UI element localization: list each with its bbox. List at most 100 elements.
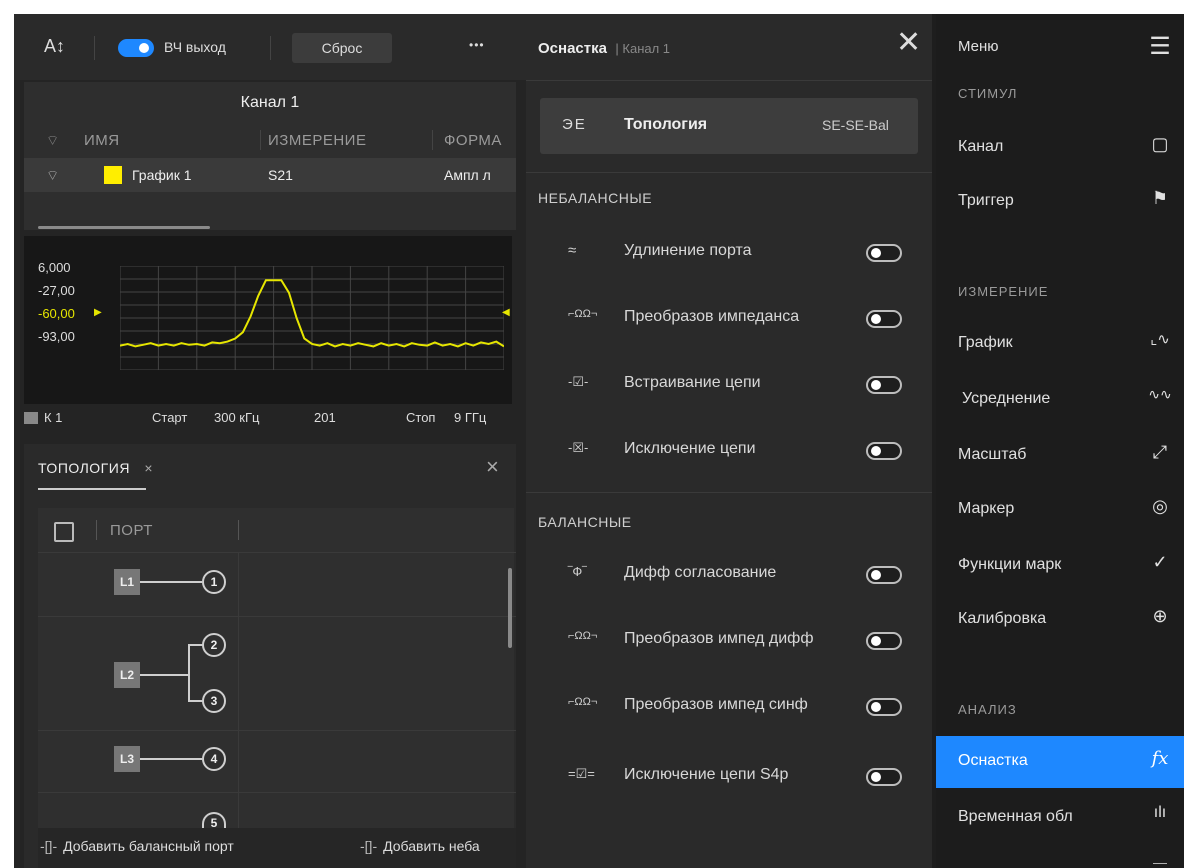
add-balanced-label: Добавить балансный порт [63, 838, 234, 854]
y-tick-label: -27,00 [38, 283, 75, 298]
time-domain-icon: ılı [1153, 804, 1167, 821]
channel-title: Канал 1 [240, 94, 300, 111]
ref-marker-left-icon: ▶ [94, 307, 102, 318]
common-impedance-icon: ⌐ΩΩ¬ [568, 696, 598, 708]
s4p-deembed-toggle[interactable] [866, 768, 902, 786]
menu-item-label: Маркер [958, 500, 1015, 517]
select-all-checkbox[interactable] [54, 522, 74, 542]
tab-topology[interactable]: ТОПОЛОГИЯ × [38, 460, 153, 478]
diff-impedance-toggle[interactable] [866, 632, 902, 650]
logical-port-l3[interactable]: L3 [114, 746, 140, 772]
reset-button-label: Сброс [321, 40, 363, 56]
unbalanced-item-label: Удлинение порта [624, 242, 752, 259]
status-start-label: Старт [152, 410, 188, 425]
trace-name: График 1 [132, 167, 192, 183]
menu-item-label: Временная обл [958, 808, 1073, 825]
trigger-flag-icon: ⚑ [1151, 188, 1169, 208]
status-points: 201 [314, 410, 336, 425]
column-port: ПОРТ [110, 522, 153, 539]
next-menu-item-icon: — [1153, 854, 1167, 868]
balanced-item-label: Преобразов импед дифф [624, 630, 814, 647]
unbalanced-port-icon: -[]- [360, 838, 378, 854]
toolbar: A↕ ВЧ выход Сброс ••• [14, 14, 526, 80]
left-panel: A↕ ВЧ выход Сброс ••• Канал 1 ⌔ ИМЯ ИЗМЕ… [14, 14, 526, 868]
hamburger-icon[interactable]: ☰ [1148, 32, 1172, 61]
port-table: ПОРТ L1 1 L2 2 3 L3 4 5 [38, 508, 516, 868]
menu-section-analysis: АНАЛИЗ [958, 702, 1017, 717]
panel-close-icon[interactable]: × [486, 454, 499, 480]
trace-color-swatch [104, 166, 122, 184]
menu-item-label: Функции марк [958, 556, 1062, 573]
chart-plot-area [120, 266, 504, 370]
toolbar-divider [270, 36, 271, 60]
status-stop-value: 9 ГГц [454, 410, 487, 425]
port-extension-toggle[interactable] [866, 244, 902, 262]
physical-port-4[interactable]: 4 [202, 747, 226, 771]
physical-port-1[interactable]: 1 [202, 570, 226, 594]
column-name: ИМЯ [84, 132, 120, 149]
menu-item-label: Канал [958, 138, 1004, 155]
topology-panel: ТОПОЛОГИЯ × × ПОРТ L1 1 L2 2 3 L3 4 5 -[… [24, 444, 516, 868]
unbalanced-item-label: Преобразов импеданса [624, 308, 800, 325]
menu-title: Меню [958, 38, 999, 55]
balanced-item-label: Исключение цепи S4p [624, 766, 789, 783]
close-icon[interactable]: ✕ [896, 28, 921, 58]
fixture-subtitle: | Канал 1 [615, 41, 671, 56]
y-tick-label: -60,00 [38, 306, 75, 321]
channel-panel: Канал 1 ⌔ ИМЯ ИЗМЕРЕНИЕ ФОРМА ⌔ График 1… [24, 82, 516, 230]
more-icon[interactable]: ••• [469, 38, 485, 52]
reset-button[interactable]: Сброс [292, 33, 392, 63]
fixture-panel: Оснастка | Канал 1 ✕ ЭЕ Топология SE-SE-… [526, 14, 932, 868]
visibility-icon[interactable]: ⌔ [46, 167, 59, 185]
port-extension-icon: ≈ [568, 242, 577, 259]
embedding-toggle[interactable] [866, 376, 902, 394]
rf-output-label: ВЧ выход [164, 39, 226, 55]
topology-value: SE-SE-Bal [822, 117, 889, 133]
de-embedding-toggle[interactable] [866, 442, 902, 460]
unbalanced-item-label: Встраивание цепи [624, 374, 761, 391]
visibility-icon[interactable]: ⌔ [46, 132, 59, 150]
physical-port-3[interactable]: 3 [202, 689, 226, 713]
trace-row[interactable]: ⌔ График 1 S21 Ампл л [24, 158, 516, 192]
physical-port-2[interactable]: 2 [202, 633, 226, 657]
menu-section-stimulus: СТИМУЛ [958, 86, 1018, 101]
menu-item-fixture[interactable]: Оснастка fx [936, 736, 1184, 788]
common-impedance-toggle[interactable] [866, 698, 902, 716]
impedance-conversion-icon: ⌐ΩΩ¬ [568, 308, 598, 320]
tab-close-icon[interactable]: × [144, 460, 152, 476]
unbalanced-item-label: Исключение цепи [624, 440, 756, 457]
marker-icon: ◎ [1152, 496, 1168, 516]
column-format: ФОРМА [444, 132, 502, 149]
averaging-icon: ∿∿ [1148, 386, 1172, 402]
diff-matching-toggle[interactable] [866, 566, 902, 584]
horizontal-scrollbar[interactable] [38, 226, 210, 229]
add-unbalanced-port-button[interactable]: -[]- Добавить неба [360, 838, 516, 854]
balanced-item-label: Преобразов импед синф [624, 696, 808, 713]
status-bar: К 1 Старт 300 кГц 201 Стоп 9 ГГц [24, 408, 516, 434]
menu-item-label: Триггер [958, 192, 1014, 209]
diff-matching-icon: ‾Ф‾ [568, 564, 587, 579]
logical-port-l1[interactable]: L1 [114, 569, 140, 595]
status-stop-label: Стоп [406, 410, 436, 425]
trace-measurement: S21 [268, 167, 293, 183]
balanced-item-label: Дифф согласование [624, 564, 777, 581]
ref-marker-right-icon: ◀ [502, 307, 510, 318]
rf-output-toggle[interactable] [118, 39, 154, 57]
impedance-conversion-toggle[interactable] [866, 310, 902, 328]
menu-item-label: График [958, 334, 1013, 351]
trace-chart: 6,000 -27,00 -60,00 ▶ -93,00 ◀ [24, 236, 512, 404]
topology-selector[interactable]: ЭЕ Топология SE-SE-Bal [540, 98, 918, 154]
add-balanced-port-button[interactable]: -[]- Добавить балансный порт [40, 838, 234, 854]
embedding-icon: -☑- [568, 374, 589, 389]
physical-port-5[interactable]: 5 [202, 812, 226, 830]
channel-icon: ▢ [1151, 134, 1169, 154]
menu-item-label: Масштаб [958, 446, 1027, 463]
menu-section-measurement: ИЗМЕРЕНИЕ [958, 284, 1049, 299]
tab-topology-label: ТОПОЛОГИЯ [38, 460, 130, 476]
menu-item-label: Калибровка [958, 610, 1047, 627]
font-size-icon[interactable]: A↕ [44, 36, 65, 57]
channel-table-header: ⌔ ИМЯ ИЗМЕРЕНИЕ ФОРМА [24, 122, 516, 158]
logical-port-l2[interactable]: L2 [114, 662, 140, 688]
vertical-scrollbar[interactable] [508, 568, 512, 648]
graph-icon: ⌞∿ [1150, 331, 1170, 348]
